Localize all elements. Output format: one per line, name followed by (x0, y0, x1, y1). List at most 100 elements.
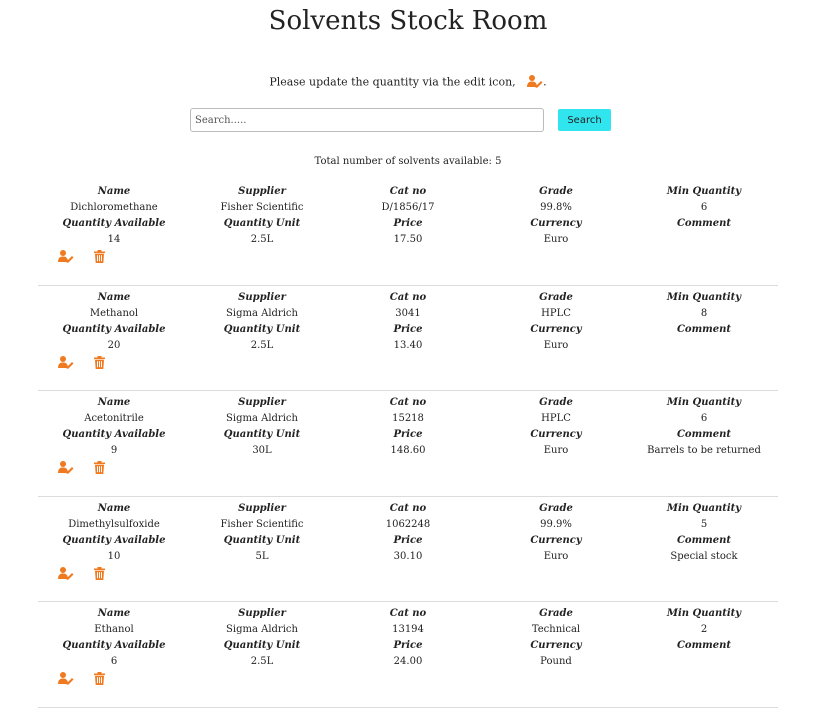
supplier-value: Fisher Scientific (220, 518, 304, 530)
supplier-label: Supplier (238, 502, 286, 514)
trash-icon[interactable] (94, 354, 105, 373)
quantity-available-label: Quantity Available (62, 429, 166, 440)
quantity-unit-value: 2.5L (250, 656, 274, 667)
total-count: 5 (495, 156, 502, 167)
user-edit-icon[interactable] (58, 565, 74, 584)
cat-no-label: Cat no (389, 186, 427, 197)
price-label: Price (393, 429, 423, 440)
price-value: 148.60 (390, 445, 426, 456)
name-label: Name (97, 186, 131, 197)
grade-label: Grade (539, 291, 573, 303)
quantity-available-label: Quantity Available (62, 323, 166, 335)
min-quantity-value: 8 (700, 307, 708, 319)
price-label: Price (393, 323, 423, 335)
instructions-end: . (543, 75, 547, 89)
quantity-unit-value: 2.5L (250, 339, 274, 351)
quantity-unit-value: 30L (252, 445, 272, 456)
solvent-list: Name Supplier Cat no Grade Min Quantity … (38, 180, 778, 708)
quantity-unit-label: Quantity Unit (223, 534, 301, 546)
cat-no-label: Cat no (389, 502, 427, 514)
supplier-value: Sigma Aldrich (226, 624, 298, 635)
currency-value: Euro (543, 234, 569, 245)
grade-value: HPLC (541, 307, 571, 319)
trash-icon[interactable] (94, 565, 105, 584)
trash-icon[interactable] (94, 670, 105, 689)
supplier-label: Supplier (238, 397, 286, 408)
min-quantity-label: Min Quantity (666, 608, 742, 619)
name-value: Ethanol (94, 624, 134, 635)
page-title: Solvents Stock Room (268, 6, 548, 36)
user-edit-icon[interactable] (58, 670, 74, 689)
min-quantity-value: 6 (700, 413, 708, 424)
min-quantity-label: Min Quantity (666, 397, 742, 408)
comment-label: Comment (676, 429, 732, 440)
user-edit-icon[interactable] (58, 459, 74, 478)
user-edit-icon[interactable] (58, 248, 74, 267)
solvent-row: Name Supplier Cat no Grade Min Quantity … (38, 602, 778, 708)
quantity-unit-label: Quantity Unit (223, 218, 301, 229)
instructions: Please update the quantity via the edit … (0, 74, 816, 91)
currency-label: Currency (530, 218, 582, 229)
comment-label: Comment (676, 534, 732, 546)
currency-value: Euro (543, 550, 569, 562)
grade-value: 99.9% (540, 518, 572, 530)
cat-no-value: 1062248 (385, 518, 431, 530)
supplier-value: Sigma Aldrich (226, 307, 298, 319)
cat-no-label: Cat no (389, 397, 427, 408)
grade-label: Grade (539, 186, 573, 197)
price-label: Price (393, 218, 423, 229)
name-label: Name (97, 291, 131, 303)
quantity-available-value: 20 (107, 339, 121, 351)
trash-icon[interactable] (94, 459, 105, 478)
name-label: Name (97, 502, 131, 514)
solvent-row: Name Supplier Cat no Grade Min Quantity … (38, 286, 778, 391)
cat-no-value: 15218 (392, 413, 424, 424)
quantity-available-value: 9 (110, 445, 118, 456)
grade-label: Grade (539, 397, 573, 408)
total-solvents: Total number of solvents available: 5 (0, 156, 816, 167)
min-quantity-label: Min Quantity (666, 502, 742, 514)
grade-label: Grade (539, 608, 573, 619)
supplier-value: Sigma Aldrich (226, 413, 298, 424)
min-quantity-label: Min Quantity (666, 186, 742, 197)
quantity-available-value: 14 (107, 234, 121, 245)
quantity-unit-label: Quantity Unit (223, 323, 301, 335)
user-edit-icon[interactable] (58, 354, 74, 373)
user-edit-icon (527, 74, 543, 91)
search-button[interactable]: Search (558, 109, 611, 131)
min-quantity-value: 2 (700, 624, 708, 635)
min-quantity-value: 5 (700, 518, 708, 530)
supplier-label: Supplier (238, 291, 286, 303)
quantity-available-label: Quantity Available (62, 218, 166, 229)
trash-icon[interactable] (94, 248, 105, 267)
name-label: Name (97, 608, 131, 619)
currency-label: Currency (530, 429, 582, 440)
currency-label: Currency (530, 323, 582, 335)
cat-no-label: Cat no (389, 291, 427, 303)
cat-no-value: D/1856/17 (381, 202, 435, 213)
comment-label: Comment (676, 640, 732, 651)
quantity-available-label: Quantity Available (62, 534, 166, 546)
name-value: Methanol (89, 307, 139, 319)
cat-no-value: 13194 (392, 624, 424, 635)
cat-no-label: Cat no (389, 608, 427, 619)
solvent-row: Name Supplier Cat no Grade Min Quantity … (38, 180, 778, 286)
name-label: Name (97, 397, 131, 408)
search-input[interactable] (190, 108, 544, 132)
price-value: 30.10 (393, 550, 423, 562)
name-value: Dimethylsulfoxide (68, 518, 160, 530)
currency-value: Euro (543, 445, 569, 456)
supplier-value: Fisher Scientific (220, 202, 304, 213)
currency-label: Currency (530, 640, 582, 651)
quantity-unit-value: 5L (255, 550, 269, 562)
price-value: 13.40 (393, 339, 423, 351)
name-value: Acetonitrile (84, 413, 144, 424)
comment-value: Barrels to be returned (647, 445, 761, 456)
quantity-available-value: 10 (107, 550, 121, 562)
currency-value: Euro (543, 339, 569, 351)
currency-value: Pound (540, 656, 572, 667)
min-quantity-value: 6 (700, 202, 708, 213)
cat-no-value: 3041 (395, 307, 421, 319)
solvent-row: Name Supplier Cat no Grade Min Quantity … (38, 391, 778, 497)
grade-value: HPLC (541, 413, 571, 424)
